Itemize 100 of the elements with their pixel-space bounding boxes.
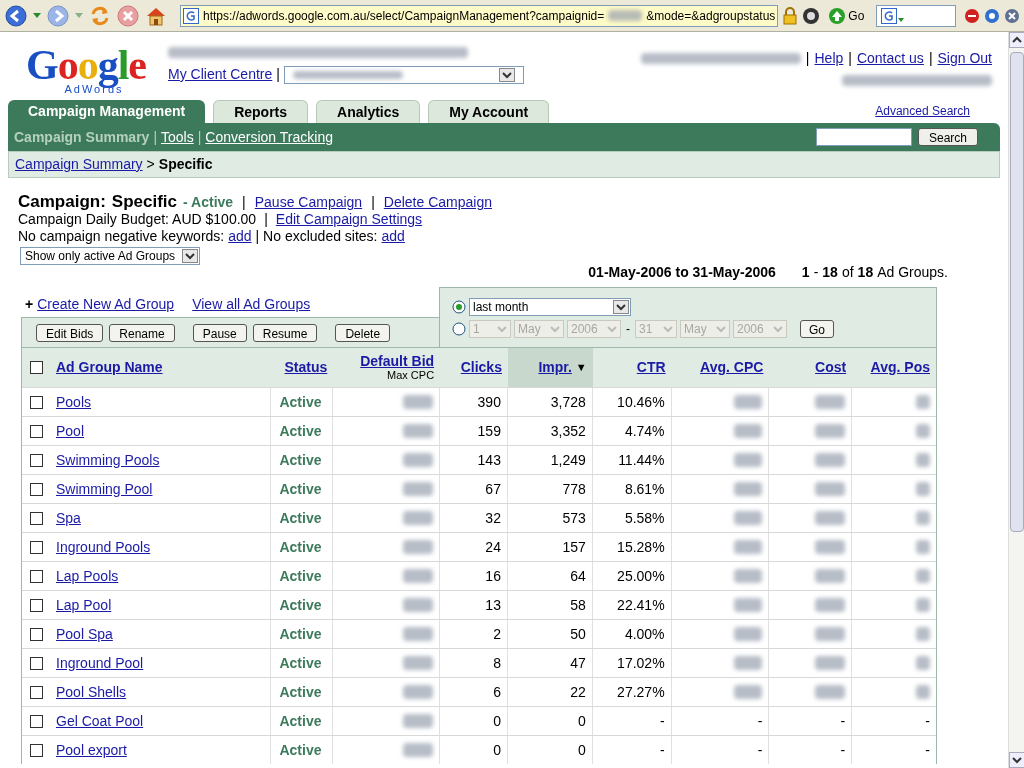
google-logo: Google: [26, 44, 146, 86]
budget-text: Campaign Daily Budget: AUD $100.00: [18, 211, 257, 228]
checkbox[interactable]: [30, 598, 43, 612]
ad-group-link[interactable]: Pool: [56, 420, 85, 442]
sub-navigation-link[interactable]: Tools: [161, 126, 194, 148]
add-link[interactable]: add: [381, 228, 405, 245]
view-ad-groups-link[interactable]: View all Ad Groups: [192, 293, 311, 315]
ad-group-link[interactable]: Pool Spa: [56, 623, 113, 645]
toolbar-button[interactable]: Rename: [109, 323, 175, 342]
table-cell-text: 13: [485, 595, 501, 615]
table-cell-text: 8: [493, 653, 501, 673]
campaign-action-link[interactable]: Pause Campaign: [254, 194, 363, 211]
ad-group-link[interactable]: Spa: [56, 507, 81, 529]
column-sort-link[interactable]: CTR: [636, 357, 666, 378]
toolbar-button[interactable]: Resume: [252, 323, 318, 342]
go-button[interactable]: Go: [800, 319, 834, 338]
checkbox[interactable]: [30, 540, 43, 554]
filter-dropdown[interactable]: Show only active Ad Groups: [20, 247, 200, 265]
column-sort-link[interactable]: Avg. Pos: [870, 357, 930, 378]
table-cell-text: 50: [570, 624, 586, 644]
period-dropdown[interactable]: last month: [469, 297, 631, 316]
column-sort-link[interactable]: Ad Group Name: [56, 357, 163, 378]
column-sort-link[interactable]: Impr.: [538, 357, 572, 378]
campaign-action-link[interactable]: Delete Campaign: [383, 194, 492, 211]
sub-navigation-link[interactable]: Conversion Tracking: [205, 126, 333, 148]
checkbox[interactable]: [30, 482, 43, 496]
column-sort-link[interactable]: Status: [284, 357, 328, 378]
column-sort-link[interactable]: Clicks: [460, 357, 502, 378]
ad-group-link[interactable]: Lap Pools: [56, 565, 119, 587]
redacted-text: [734, 540, 763, 554]
address-field[interactable]: https://adwords.google.com.au/select/CampaignManagement?campaignid= &mode=&adgroupstatus: [180, 4, 779, 27]
breadcrumb-link[interactable]: Campaign Summary: [15, 154, 143, 175]
table-cell-text: 32: [485, 508, 501, 528]
header-link[interactable]: Contact us: [856, 48, 924, 69]
checkbox[interactable]: [30, 361, 43, 374]
date-range-text: 01-May-2006 to 31-May-2006: [588, 263, 776, 282]
checkbox[interactable]: [30, 685, 43, 699]
record-icon[interactable]: [802, 6, 821, 25]
checkbox[interactable]: [30, 714, 43, 728]
nav-tab[interactable]: My Account: [428, 100, 550, 123]
checkbox[interactable]: [30, 743, 43, 757]
create-ad-group-link[interactable]: Create New Ad Group: [37, 293, 175, 315]
search-field[interactable]: [876, 4, 956, 27]
checkbox[interactable]: [30, 627, 43, 641]
ad-group-link[interactable]: Pool Shells: [56, 681, 127, 703]
nav-tab[interactable]: Reports: [213, 100, 309, 123]
table-cell-text: 8.61%: [624, 479, 665, 499]
ad-group-link[interactable]: Gel Coat Pool: [56, 710, 144, 732]
redacted-text: [916, 685, 930, 699]
header-link[interactable]: Sign Out: [937, 48, 992, 69]
nav-tab[interactable]: Campaign Management: [8, 100, 206, 123]
scroll-up-icon[interactable]: [1009, 32, 1024, 48]
checkbox[interactable]: [30, 511, 43, 525]
advanced-search-link[interactable]: Advanced Search: [875, 102, 970, 120]
client-centre-link[interactable]: My Client Centre: [168, 64, 273, 85]
ad-group-link[interactable]: Swimming Pools: [56, 449, 160, 471]
toolbar-button[interactable]: Edit Bids: [36, 323, 104, 342]
checkbox[interactable]: [30, 569, 43, 583]
column-sort-link[interactable]: Avg. CPC: [700, 357, 764, 378]
ad-group-link[interactable]: Inground Pool: [56, 652, 144, 674]
header-link[interactable]: Help: [814, 48, 844, 69]
separator-text: |: [153, 127, 157, 147]
ad-group-link[interactable]: Swimming Pool: [56, 478, 153, 500]
close-icon[interactable]: [1004, 7, 1020, 24]
column-sort-link[interactable]: Cost: [815, 357, 847, 378]
search-button[interactable]: Search: [917, 128, 978, 146]
table-cell-text: -: [659, 740, 665, 760]
checkbox[interactable]: [30, 395, 43, 409]
checkbox[interactable]: [30, 453, 43, 467]
ad-group-link[interactable]: Pool export: [56, 739, 127, 761]
radio-button[interactable]: [452, 299, 466, 314]
ad-group-link[interactable]: Pools: [56, 391, 92, 413]
go-button[interactable]: Go: [828, 6, 865, 25]
forward-icon[interactable]: [46, 3, 70, 28]
stop-icon[interactable]: [116, 3, 140, 28]
checkbox[interactable]: [30, 424, 43, 438]
range-dash: -: [813, 263, 819, 282]
column-sort-link[interactable]: Default Bid: [360, 353, 435, 368]
edit-settings-link[interactable]: Edit Campaign Settings: [275, 211, 423, 228]
ad-group-link[interactable]: Inground Pools: [56, 536, 151, 558]
table-cell-text: 10.46%: [617, 392, 665, 412]
separator-text: |: [928, 49, 933, 68]
scrollbar[interactable]: [1008, 32, 1024, 768]
nav-tab[interactable]: Analytics: [316, 100, 421, 123]
back-icon[interactable]: [4, 3, 28, 28]
checkbox[interactable]: [30, 656, 43, 670]
separator-text: |: [848, 49, 852, 68]
stop-icon[interactable]: [964, 7, 980, 24]
redacted-text: [403, 482, 434, 496]
add-link[interactable]: add: [228, 228, 252, 245]
toolbar-button[interactable]: Delete: [335, 323, 391, 342]
help-icon[interactable]: [984, 7, 1000, 24]
search-field[interactable]: [815, 128, 912, 146]
table-cell-text: 573: [562, 508, 586, 528]
scroll-down-icon[interactable]: [1009, 752, 1024, 768]
toolbar-button[interactable]: Pause: [192, 323, 247, 342]
radio-button[interactable]: [452, 321, 466, 336]
redacted-text: [403, 598, 434, 612]
ad-group-link[interactable]: Lap Pool: [56, 594, 112, 616]
scrollbar-thumb[interactable]: [1009, 52, 1024, 532]
